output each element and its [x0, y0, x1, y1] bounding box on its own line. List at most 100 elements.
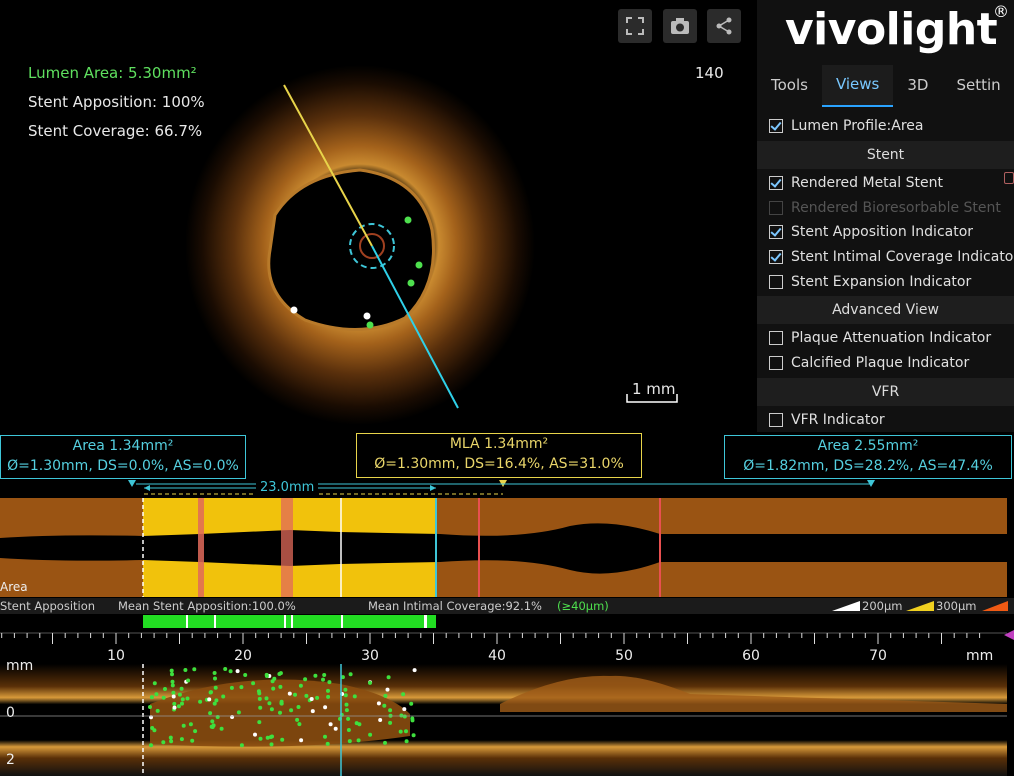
stent-strut-dot: [327, 680, 332, 685]
stent-strut-dot: [296, 705, 301, 709]
stent-strut-dot: [163, 687, 167, 691]
stent-strut-dot: [298, 683, 303, 688]
stent-strut-dot: [287, 691, 292, 696]
longview-y-label-2: 2: [6, 752, 15, 768]
stent-strut-dot: [383, 740, 387, 745]
share-button[interactable]: [707, 9, 741, 43]
stent-strut-dot: [152, 728, 157, 733]
stent-strut-dot: [265, 735, 270, 740]
stent-intimal-coverage-indicator-checkbox[interactable]: [769, 250, 783, 264]
stent-strut-dot: [223, 667, 228, 671]
rendered-metal-stent-checkbox[interactable]: [769, 176, 783, 190]
stent-strut-dot: [280, 737, 285, 742]
stent-strut-dot: [402, 714, 407, 719]
stent-strut-dot: [229, 685, 234, 690]
stent-strut-dot: [326, 694, 331, 699]
stent-apposition-indicator-checkbox[interactable]: [769, 225, 783, 239]
stent-strut-dot: [253, 732, 257, 737]
stent-strut-dot: [310, 709, 315, 714]
stent-expansion-indicator-option[interactable]: Stent Expansion Indicator: [769, 271, 971, 293]
stent-strut-dot: [192, 667, 197, 672]
vfr-indicator-option[interactable]: VFR Indicator: [769, 409, 885, 431]
plaque-attenuation-indicator-option[interactable]: Plaque Attenuation Indicator: [769, 327, 991, 349]
longitudinal-view[interactable]: [0, 664, 1014, 776]
calcified-plaque-indicator-option[interactable]: Calcified Plaque Indicator: [769, 352, 969, 374]
stent-strut-dot: [409, 701, 414, 706]
views-panel: vivolight ® Tools Views 3D Settin Lumen …: [757, 0, 1014, 432]
stent-coverage-readout: Stent Coverage: 66.7%: [28, 122, 203, 140]
lumen-profile-option[interactable]: Lumen Profile:Area: [769, 115, 923, 137]
stent-strut-dot: [215, 715, 220, 719]
legend-over-swatch: [982, 601, 1008, 611]
stent-strut-dot: [386, 675, 391, 680]
stent-strut-dot: [382, 703, 387, 708]
stent-intimal-coverage-indicator-option[interactable]: Stent Intimal Coverage Indicator: [769, 246, 1014, 268]
oct-cross-section-viewer[interactable]: Lumen Area: 5.30mm² Stent Apposition: 10…: [0, 0, 756, 432]
stent-strut-dot: [161, 695, 166, 700]
stent-strut-dot: [322, 673, 327, 677]
stent-strut-dot: [325, 741, 330, 746]
stent-apposition-readout: Stent Apposition: 100%: [28, 93, 205, 111]
mla-detail: Ø=1.30mm, DS=16.4%, AS=31.0%: [374, 456, 624, 472]
stent-strut-dot: [161, 740, 166, 745]
stent-expansion-indicator-checkbox[interactable]: [769, 275, 783, 289]
stent-apposition-indicator-option[interactable]: Stent Apposition Indicator: [769, 221, 973, 243]
plaque-attenuation-indicator-checkbox[interactable]: [769, 331, 783, 345]
stent-strut-dot: [378, 718, 383, 722]
stent-strut-dot: [315, 695, 320, 700]
stent-strut-dot: [258, 705, 263, 710]
stent-strut-dot: [277, 672, 282, 676]
fullscreen-button[interactable]: [618, 9, 652, 43]
stent-strut-dot: [269, 742, 274, 747]
rendered-bioresorbable-stent-checkbox: [769, 201, 783, 215]
stent-strut-dot: [343, 687, 348, 692]
stent-strut-dot: [177, 692, 182, 697]
stent-strut-dot: [169, 739, 174, 744]
stent-strut-dot: [385, 687, 390, 692]
stent-strut-dot: [170, 683, 175, 688]
stent-strut-dot: [154, 692, 159, 697]
right-reference-area-box: Area 2.55mm² Ø=1.82mm, DS=28.2%, AS=47.4…: [724, 435, 1012, 479]
vfr-indicator-checkbox[interactable]: [769, 413, 783, 427]
right-reference-area-title: Area 2.55mm²: [817, 438, 919, 454]
stent-strut-dot: [181, 723, 186, 728]
stent-strut-dot: [149, 695, 154, 700]
stent-strut-dot: [304, 693, 309, 698]
stent-strut-dot: [344, 702, 349, 707]
mla-title: MLA 1.34mm²: [449, 436, 549, 452]
profile-label: Area: [0, 580, 28, 594]
lumen-area-profile[interactable]: [0, 498, 1014, 598]
stent-strut-dot: [228, 669, 233, 674]
stent-strut-dot: [213, 676, 217, 681]
stent-strut-dot: [264, 696, 269, 701]
stent-strut-dot: [323, 705, 328, 710]
left-reference-area-detail: Ø=1.30mm, DS=0.0%, AS=0.0%: [7, 458, 239, 474]
camera-button[interactable]: [663, 9, 697, 43]
stent-strut-dot: [210, 719, 215, 724]
rendered-metal-stent-option[interactable]: Rendered Metal Stent: [769, 172, 943, 194]
tab-tools[interactable]: Tools: [757, 66, 822, 106]
stent-strut-dot: [346, 728, 351, 732]
stent-strut-dot: [297, 722, 302, 727]
rendered-metal-stent-label: Rendered Metal Stent: [791, 175, 943, 191]
mean-intimal-coverage: Mean Intimal Coverage:92.1%: [368, 599, 542, 613]
lock-icon: [1004, 172, 1014, 184]
tab-views[interactable]: Views: [821, 65, 894, 107]
stent-strut-dot: [169, 668, 174, 673]
calcified-plaque-indicator-checkbox[interactable]: [769, 356, 783, 370]
stent-apposition-indicator-label: Stent Apposition Indicator: [791, 224, 974, 240]
stent-strut-dot: [236, 710, 241, 715]
stent-strut-dot: [321, 677, 325, 682]
stent-strut-dot: [376, 701, 381, 706]
tab-settings[interactable]: Settin: [942, 66, 1014, 106]
stent-strut-dot: [180, 697, 185, 702]
stent-strut-dot: [219, 726, 224, 731]
stent-strut-dot: [270, 734, 274, 739]
rendered-bioresorbable-stent-option: Rendered Bioresorbable Stent: [769, 197, 1001, 219]
stent-strut-dot: [267, 701, 272, 706]
advanced-view-section-header: Advanced View: [757, 296, 1014, 324]
lumen-profile-checkbox[interactable]: [769, 119, 783, 133]
panel-tabs: Tools Views 3D Settin: [757, 65, 1014, 107]
tab-3d[interactable]: 3D: [893, 66, 942, 106]
stent-strut-dot: [176, 704, 181, 709]
